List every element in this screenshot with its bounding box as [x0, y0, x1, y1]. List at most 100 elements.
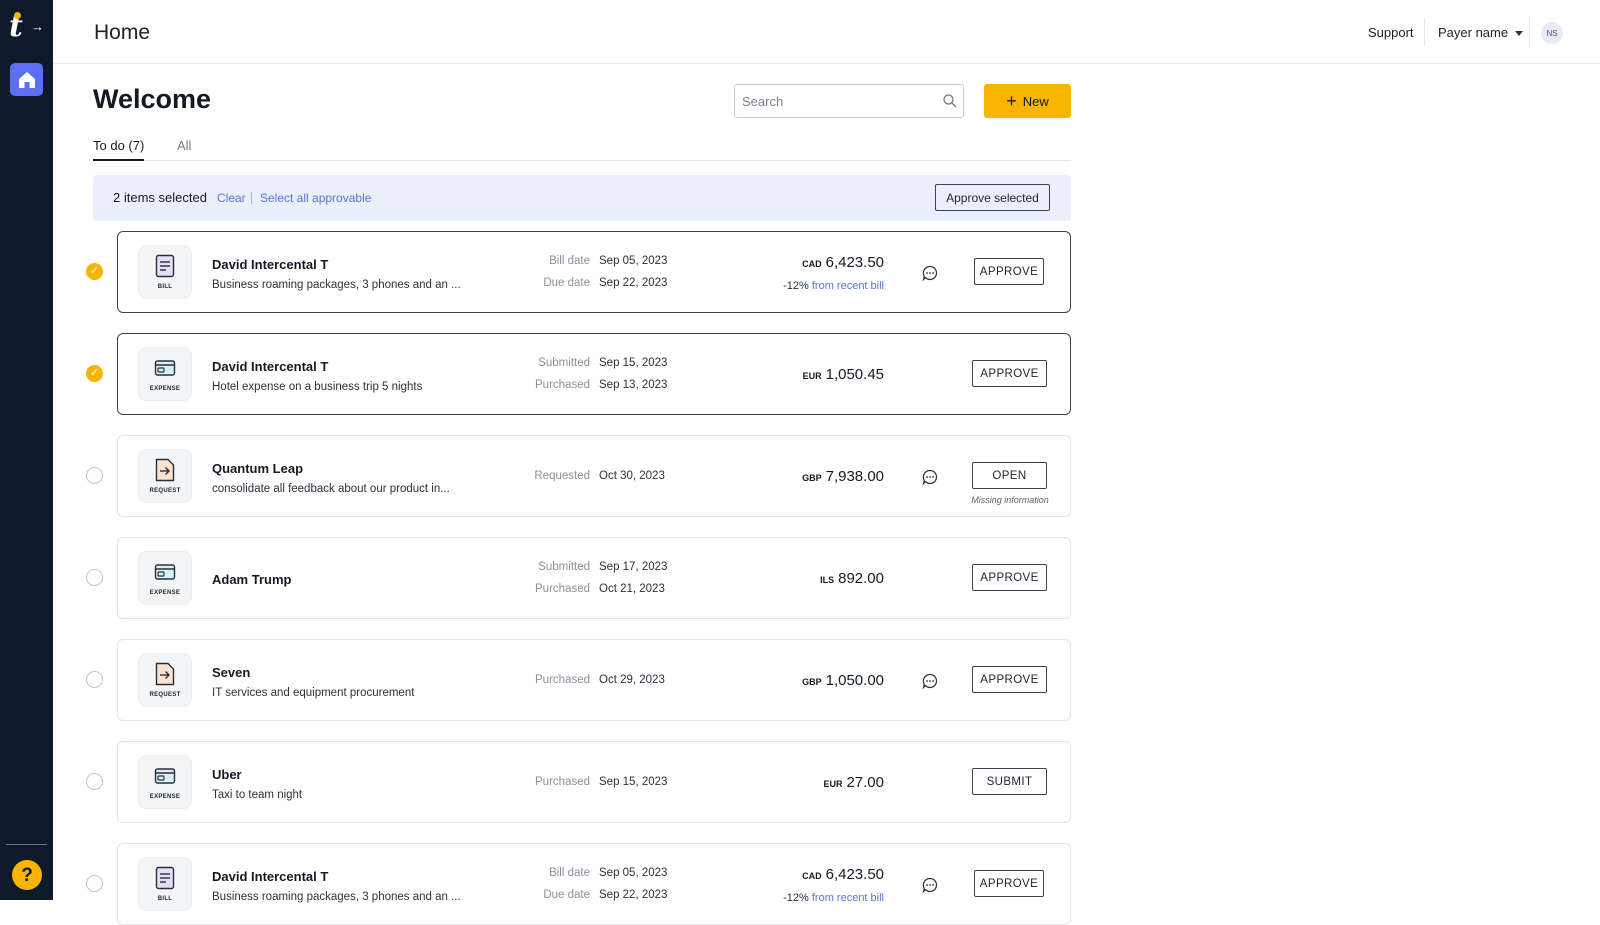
- list-item: ✓ BILL David Intercental T Business roam…: [0, 231, 1075, 313]
- list-item: REQUEST Seven IT services and equipment …: [0, 639, 1075, 721]
- approve-button[interactable]: APPROVE: [972, 666, 1047, 693]
- comment-icon[interactable]: [922, 673, 938, 689]
- date-label: Purchased: [535, 776, 590, 788]
- date-label: Submitted: [538, 357, 590, 369]
- item-description: Business roaming packages, 3 phones and …: [212, 891, 461, 903]
- selection-count: 2 items selected: [113, 190, 207, 205]
- top-bar: Home Support Payer name NS: [53, 0, 1600, 64]
- row-checkbox[interactable]: ✓: [86, 263, 103, 280]
- date-value: Oct 29, 2023: [599, 674, 665, 686]
- amount-value: 7,938.00: [825, 468, 884, 485]
- plus-icon: +: [1006, 91, 1017, 111]
- amount-value: 27.00: [846, 774, 884, 791]
- item-type-tile: EXPENSE: [138, 551, 192, 605]
- nav-home-button[interactable]: [10, 63, 43, 96]
- amount-value: 1,050.45: [825, 366, 884, 383]
- item-card[interactable]: BILL David Intercental T Business roamin…: [117, 231, 1071, 313]
- currency-code: EUR: [823, 779, 843, 789]
- approve-button[interactable]: APPROVE: [972, 564, 1047, 591]
- currency-code: CAD: [802, 259, 822, 269]
- approve-button[interactable]: APPROVE: [972, 360, 1047, 387]
- tab-all[interactable]: All: [177, 138, 191, 159]
- item-card[interactable]: EXPENSE Uber Taxi to team night Purchase…: [117, 741, 1071, 823]
- item-type-label: EXPENSE: [149, 386, 181, 392]
- date-label: Requested: [534, 470, 590, 482]
- item-description: Business roaming packages, 3 phones and …: [212, 279, 461, 291]
- search-input[interactable]: [734, 84, 964, 118]
- item-description: consolidate all feedback about our produ…: [212, 483, 450, 495]
- row-checkbox[interactable]: [86, 773, 103, 790]
- recent-bill-link[interactable]: from recent bill: [812, 892, 884, 904]
- new-button[interactable]: + New: [984, 84, 1071, 118]
- item-card[interactable]: EXPENSE Adam Trump Submitted Sep 17, 202…: [117, 537, 1071, 619]
- recent-bill-link[interactable]: from recent bill: [812, 280, 884, 292]
- approve-selected-button[interactable]: Approve selected: [935, 184, 1050, 211]
- row-checkbox[interactable]: [86, 875, 103, 892]
- item-type-tile: REQUEST: [138, 449, 192, 503]
- avatar[interactable]: NS: [1541, 22, 1563, 44]
- date-value: Sep 15, 2023: [599, 776, 668, 788]
- select-all-approvable-link[interactable]: Select all approvable: [260, 191, 371, 205]
- item-type-tile: BILL: [138, 857, 192, 911]
- item-type-tile: EXPENSE: [138, 347, 192, 401]
- item-card[interactable]: EXPENSE David Intercental T Hotel expens…: [117, 333, 1071, 415]
- comment-icon[interactable]: [922, 265, 938, 281]
- item-card[interactable]: REQUEST Seven IT services and equipment …: [117, 639, 1071, 721]
- item-card[interactable]: BILL David Intercental T Business roamin…: [117, 843, 1071, 925]
- check-icon: ✓: [89, 265, 100, 277]
- change-percent: -12%: [783, 280, 809, 292]
- item-type-label: REQUEST: [149, 692, 181, 698]
- date-label: Submitted: [538, 561, 590, 573]
- row-checkbox[interactable]: [86, 671, 103, 688]
- selection-bar: 2 items selected Clear Select all approv…: [93, 175, 1071, 221]
- row-checkbox[interactable]: [86, 569, 103, 586]
- tab-bar: To do (7) All: [93, 137, 1071, 161]
- change-percent: -12%: [783, 892, 809, 904]
- app-logo[interactable]: t →: [9, 10, 45, 44]
- row-checkbox[interactable]: ✓: [86, 365, 103, 382]
- home-icon: [18, 71, 35, 88]
- search-icon[interactable]: [942, 93, 958, 109]
- bill-document-icon: [155, 866, 175, 890]
- payer-dropdown[interactable]: Payer name: [1438, 25, 1524, 40]
- expand-arrow-icon[interactable]: →: [31, 20, 44, 34]
- comment-icon[interactable]: [922, 877, 938, 893]
- item-amount: GBP 1,050.00: [802, 672, 884, 690]
- tab-to-do[interactable]: To do (7): [93, 138, 145, 161]
- chevron-down-icon: [1515, 31, 1524, 36]
- request-arrow-icon: [155, 662, 175, 686]
- date-value: Oct 21, 2023: [599, 583, 665, 595]
- item-amount: EUR 27.00: [823, 774, 884, 792]
- row-checkbox[interactable]: [86, 467, 103, 484]
- wallet-card-icon: [154, 564, 176, 580]
- selection-divider: [251, 192, 252, 204]
- item-amount: ILS 892.00: [820, 570, 884, 588]
- welcome-heading: Welcome: [93, 84, 212, 114]
- item-type-label: BILL: [157, 896, 173, 902]
- date-label: Purchased: [535, 583, 590, 595]
- clear-selection-link[interactable]: Clear: [217, 191, 246, 205]
- date-value: Sep 05, 2023: [599, 867, 668, 879]
- amount-value: 6,423.50: [825, 866, 884, 883]
- new-button-label: New: [1022, 93, 1049, 109]
- open-button[interactable]: OPEN: [972, 462, 1047, 489]
- date-value: Oct 30, 2023: [599, 470, 665, 482]
- support-link[interactable]: Support: [1368, 25, 1414, 40]
- submit-button[interactable]: SUBMIT: [972, 768, 1047, 795]
- list-item: EXPENSE Adam Trump Submitted Sep 17, 202…: [0, 537, 1075, 619]
- item-type-tile: REQUEST: [138, 653, 192, 707]
- amount-value: 892.00: [838, 570, 884, 587]
- item-amount: CAD 6,423.50: [802, 866, 884, 884]
- date-value: Sep 15, 2023: [599, 357, 668, 369]
- item-card[interactable]: REQUEST Quantum Leap consolidate all fee…: [117, 435, 1071, 517]
- date-value: Sep 17, 2023: [599, 561, 668, 573]
- amount-value: 1,050.00: [825, 672, 884, 689]
- item-name: Uber: [212, 767, 242, 782]
- item-type-tile: EXPENSE: [138, 755, 192, 809]
- currency-code: GBP: [802, 677, 822, 687]
- missing-information-note: Missing information: [971, 495, 1049, 505]
- currency-code: EUR: [802, 371, 822, 381]
- approve-button[interactable]: APPROVE: [974, 870, 1044, 897]
- approve-button[interactable]: APPROVE: [974, 258, 1044, 285]
- comment-icon[interactable]: [922, 469, 938, 485]
